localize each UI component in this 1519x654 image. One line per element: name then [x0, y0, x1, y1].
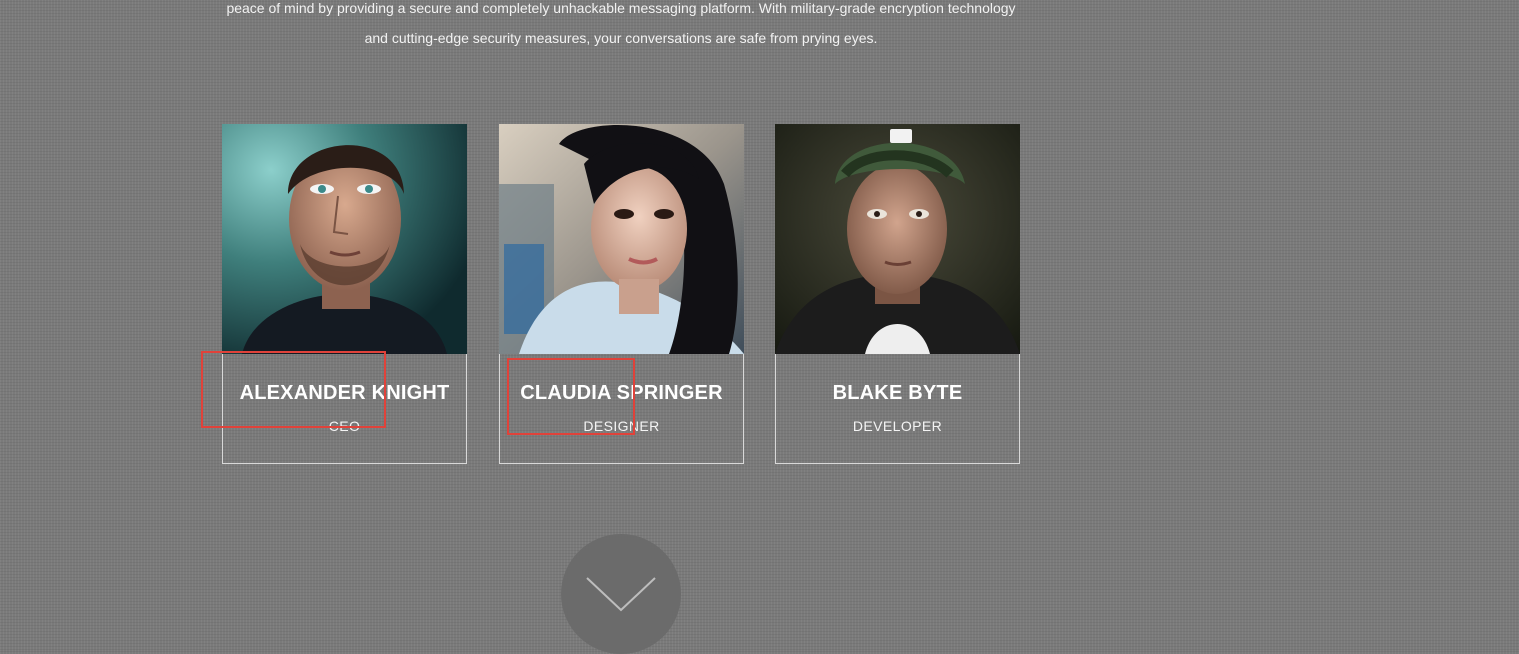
team-photo [499, 124, 744, 354]
team-info: BLAKE BYTE DEVELOPER [775, 354, 1020, 464]
team-card-blake-byte: BLAKE BYTE DEVELOPER [775, 124, 1020, 464]
highlight-box [201, 351, 386, 428]
chevron-down-icon [586, 577, 656, 612]
scroll-down-button[interactable] [561, 534, 681, 654]
team-member-name: BLAKE BYTE [832, 382, 963, 404]
team-member-role: DEVELOPER [852, 418, 943, 434]
team-photo [222, 124, 467, 354]
highlight-box [507, 358, 635, 435]
team-photo [775, 124, 1020, 354]
intro-line-2: and cutting-edge security measures, your… [364, 30, 878, 46]
intro-line-1: peace of mind by providing a secure and … [226, 0, 1016, 16]
